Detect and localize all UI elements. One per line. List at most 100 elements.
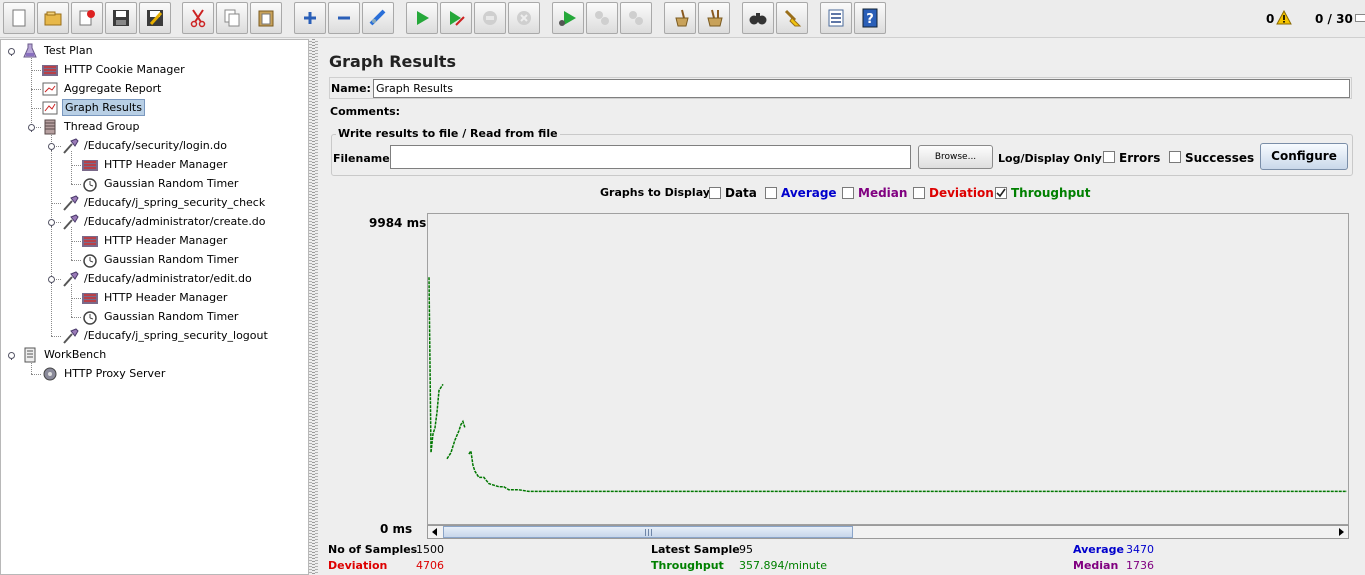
tree-node[interactable]: /Educafy/j_spring_security_logout <box>61 326 270 345</box>
successes-checkbox[interactable] <box>1169 151 1181 163</box>
tree-guide-line <box>71 227 72 260</box>
start-no-pauses-button[interactable] <box>440 2 472 34</box>
graph-option-checkbox[interactable] <box>913 187 925 199</box>
remote-stop-button[interactable] <box>586 2 618 34</box>
tree-node[interactable]: /Educafy/j_spring_security_check <box>61 193 267 212</box>
tree-node[interactable]: HTTP Header Manager <box>81 231 229 250</box>
clear-button[interactable] <box>664 2 696 34</box>
filename-field[interactable] <box>390 145 911 169</box>
sampler-icon <box>61 327 79 344</box>
new-button[interactable] <box>3 2 35 34</box>
tree-branch-line <box>51 336 61 337</box>
split-pane-divider[interactable] <box>309 39 318 575</box>
function-helper-icon <box>828 9 844 27</box>
start-button[interactable] <box>406 2 438 34</box>
cut-button[interactable] <box>182 2 214 34</box>
latest-sample-value: 95 <box>739 543 753 556</box>
tree-node-label: HTTP Proxy Server <box>64 367 166 380</box>
tree-node[interactable]: /Educafy/administrator/create.do <box>61 212 268 231</box>
tree-expand-toggle-icon[interactable] <box>47 218 56 227</box>
tree-node[interactable]: Gaussian Random Timer <box>81 250 240 269</box>
tree-expand-toggle-icon[interactable] <box>47 142 56 151</box>
graph-option-checkbox[interactable] <box>842 187 854 199</box>
function-helper-button[interactable] <box>820 2 852 34</box>
copy-icon <box>224 9 240 27</box>
graph-option-checkbox[interactable] <box>765 187 777 199</box>
graph-option-checkbox[interactable] <box>709 187 721 199</box>
errors-checkbox[interactable] <box>1103 151 1115 163</box>
paste-icon <box>258 10 274 27</box>
tree-node[interactable]: Graph Results <box>41 98 145 117</box>
sampler-icon <box>61 194 79 211</box>
sampler-icon <box>61 137 79 154</box>
tree-node[interactable]: HTTP Header Manager <box>81 288 229 307</box>
tree-node[interactable]: HTTP Header Manager <box>81 155 229 174</box>
tree-node[interactable]: /Educafy/security/login.do <box>61 136 229 155</box>
reset-search-button[interactable] <box>776 2 808 34</box>
tree-node[interactable]: Thread Group <box>41 117 141 136</box>
filename-label: Filename <box>333 152 390 165</box>
tree-guide-line <box>51 132 52 336</box>
tree-branch-line <box>71 184 81 185</box>
graph-icon <box>41 100 59 116</box>
graph-horizontal-scrollbar[interactable] <box>427 525 1349 539</box>
comments-label: Comments: <box>330 105 401 118</box>
browse-button[interactable]: Browse... <box>918 145 993 169</box>
tree-branch-line <box>31 374 41 375</box>
tree-node[interactable]: Gaussian Random Timer <box>81 174 240 193</box>
tree-node[interactable]: Gaussian Random Timer <box>81 307 240 326</box>
expand-button[interactable] <box>294 2 326 34</box>
samples-value: 1500 <box>416 543 444 556</box>
tree-guide-line <box>31 56 32 127</box>
paste-button[interactable] <box>250 2 282 34</box>
successes-label: Successes <box>1185 151 1255 165</box>
tree-expand-toggle-icon[interactable] <box>7 47 16 56</box>
tree-node[interactable]: /Educafy/administrator/edit.do <box>61 269 254 288</box>
help-button[interactable]: ? <box>854 2 886 34</box>
tree-node[interactable]: HTTP Proxy Server <box>41 364 167 383</box>
proxy-icon <box>41 366 59 382</box>
name-field[interactable] <box>373 79 1350 98</box>
open-button[interactable] <box>37 2 69 34</box>
copy-button[interactable] <box>216 2 248 34</box>
scrollbar-thumb[interactable] <box>443 526 853 538</box>
tree-node[interactable]: Aggregate Report <box>41 79 163 98</box>
cut-icon <box>190 9 206 28</box>
remote-start-button[interactable] <box>552 2 584 34</box>
save-button[interactable] <box>105 2 137 34</box>
scroll-left-arrow-icon[interactable] <box>428 526 442 538</box>
tree-expand-toggle-icon[interactable] <box>27 123 36 132</box>
remote-shutdown-button[interactable] <box>620 2 652 34</box>
open-icon <box>44 11 62 26</box>
stop-button[interactable] <box>474 2 506 34</box>
tree-branch-line <box>71 260 81 261</box>
save-as-button[interactable] <box>139 2 171 34</box>
timer-icon <box>81 176 99 192</box>
search-button[interactable] <box>742 2 774 34</box>
scroll-right-arrow-icon[interactable] <box>1334 526 1348 538</box>
graph-option-checkbox[interactable] <box>995 187 1007 199</box>
tree-node-label: Thread Group <box>64 120 140 133</box>
test-plan-tree: Test Plan HTTP Cookie Manager Aggregate Re… <box>0 39 309 575</box>
svg-text:?: ? <box>866 12 874 27</box>
tree-expand-toggle-icon[interactable] <box>7 351 16 360</box>
tree-node-label: /Educafy/administrator/edit.do <box>84 272 252 285</box>
collapse-button[interactable] <box>328 2 360 34</box>
split-grip[interactable] <box>312 39 315 575</box>
toggle-icon <box>369 9 386 26</box>
configure-button[interactable]: Configure <box>1260 143 1348 170</box>
tree-node-label: Gaussian Random Timer <box>104 310 239 323</box>
warning-icon[interactable] <box>1276 10 1292 25</box>
toolbar: ? 0 0 / 30 <box>0 0 1365 38</box>
shutdown-button[interactable] <box>508 2 540 34</box>
error-count: 0 <box>1266 12 1275 26</box>
clear-all-button[interactable] <box>698 2 730 34</box>
tree-expand-toggle-icon[interactable] <box>47 275 56 284</box>
toggle-button[interactable] <box>362 2 394 34</box>
reset-search-icon <box>784 9 802 27</box>
tree-node[interactable]: HTTP Cookie Manager <box>41 60 187 79</box>
test-plan-icon <box>21 43 39 59</box>
tree-node[interactable]: Test Plan <box>21 41 95 60</box>
close-button[interactable] <box>71 2 103 34</box>
tree-node[interactable]: WorkBench <box>21 345 108 364</box>
